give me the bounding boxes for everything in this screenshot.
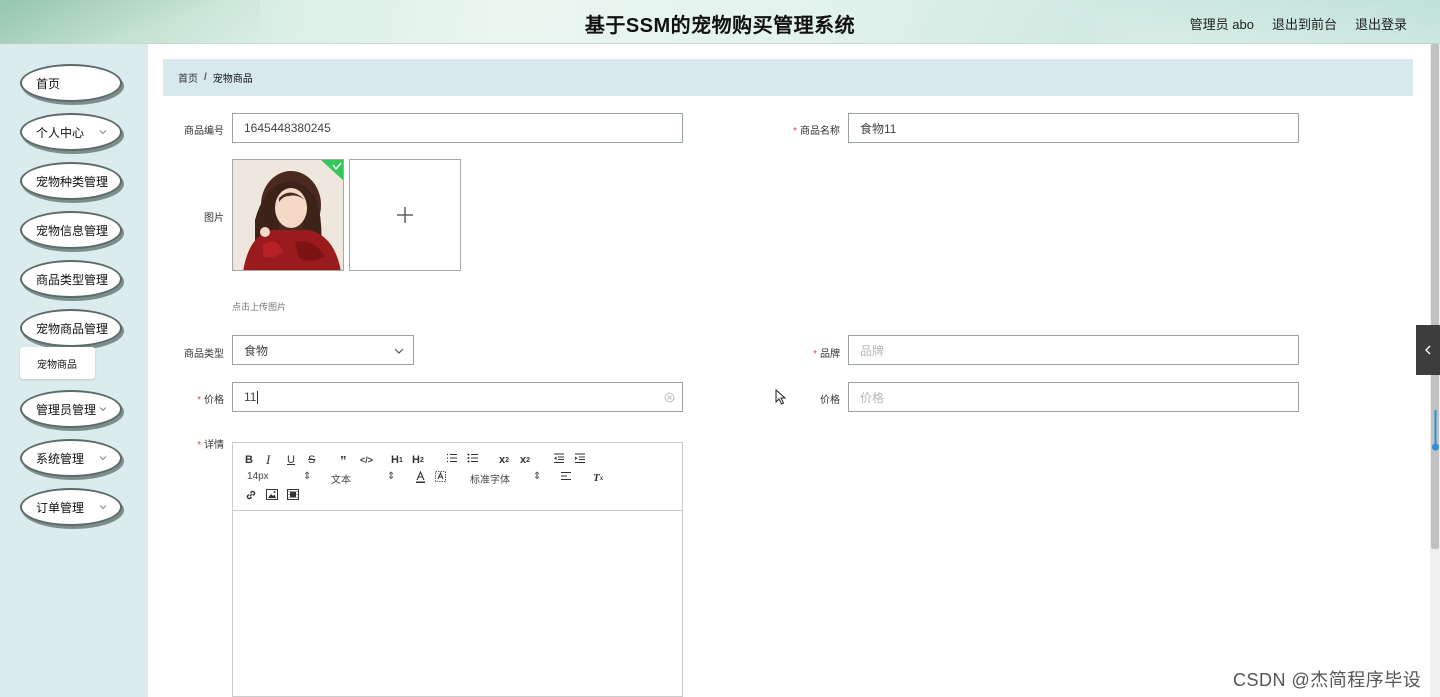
image-icon[interactable] bbox=[266, 489, 278, 503]
chevron-down-icon bbox=[99, 326, 107, 331]
align-icon[interactable] bbox=[560, 471, 572, 485]
breadcrumb-home[interactable]: 首页 bbox=[178, 70, 198, 85]
breadcrumb-separator: / bbox=[204, 72, 207, 83]
chevron-down-icon bbox=[99, 407, 107, 412]
add-image-button[interactable] bbox=[349, 159, 461, 271]
uploaded-image-thumbnail[interactable] bbox=[232, 159, 344, 271]
heading1-icon[interactable]: H1 bbox=[391, 453, 403, 467]
chevron-down-icon bbox=[99, 130, 107, 135]
superscript-icon[interactable]: x2 bbox=[520, 453, 530, 467]
chevron-left-icon bbox=[1425, 345, 1431, 355]
top-links: 管理员 abo 退出到前台 退出登录 bbox=[1190, 14, 1407, 33]
heading2-icon[interactable]: H2 bbox=[412, 453, 424, 467]
breadcrumb: 首页 / 宠物商品 bbox=[163, 59, 1413, 96]
italic-icon[interactable]: I bbox=[266, 452, 270, 467]
admin-user-link[interactable]: 管理员 abo bbox=[1190, 14, 1254, 33]
sidebar-item-personal-center[interactable]: 个人中心 bbox=[20, 113, 122, 151]
price-label: * 价格 bbox=[197, 395, 224, 406]
sidebar-item-goods-type[interactable]: 商品类型管理 bbox=[20, 260, 122, 298]
chevron-down-icon bbox=[99, 228, 107, 233]
subscript-icon[interactable]: x2 bbox=[499, 453, 509, 467]
plus-icon bbox=[397, 207, 413, 223]
sidebar-subitem-pet-goods[interactable]: 宠物商品 bbox=[20, 347, 95, 379]
sidebar-item-admin[interactable]: 管理员管理 bbox=[20, 390, 122, 428]
rich-text-editor: B I U S ” </> H1 H2 x2 x2 14px ⇕ 文本 ⇕ 标准… bbox=[232, 442, 683, 697]
chevron-down-icon bbox=[394, 348, 404, 354]
outdent-icon[interactable] bbox=[553, 453, 565, 467]
csdn-watermark: CSDN @杰简程序毕设 bbox=[1233, 670, 1422, 690]
font-size-select-arrow: ⇕ bbox=[303, 471, 312, 482]
link-icon[interactable] bbox=[245, 489, 257, 503]
image-label: 图片 bbox=[204, 213, 224, 224]
sidebar-item-pet-info[interactable]: 宠物信息管理 bbox=[20, 211, 122, 249]
sidebar-item-label: 个人中心 bbox=[36, 125, 85, 140]
video-icon[interactable] bbox=[287, 489, 299, 503]
clear-format-icon[interactable]: Tx bbox=[593, 471, 603, 485]
price2-label: 价格 bbox=[820, 395, 840, 406]
sidebar-item-label: 订单管理 bbox=[36, 500, 85, 515]
product-code-input[interactable]: 1645448380245 bbox=[232, 113, 683, 143]
strikethrough-icon[interactable]: S bbox=[308, 453, 315, 467]
brand-input[interactable]: 品牌 bbox=[848, 335, 1299, 365]
sidebar-item-label: 管理员管理 bbox=[36, 402, 97, 417]
product-name-input[interactable]: 食物11 bbox=[848, 113, 1299, 143]
sidebar-item-orders[interactable]: 订单管理 bbox=[20, 488, 122, 526]
vertical-slider-icon[interactable] bbox=[1431, 408, 1440, 452]
ordered-list-icon[interactable] bbox=[446, 453, 458, 467]
product-code-label: 商品编号 bbox=[184, 126, 224, 137]
page-scrollbar-thumb[interactable] bbox=[1431, 44, 1439, 549]
chevron-down-icon bbox=[99, 505, 107, 510]
chevron-down-icon bbox=[99, 456, 107, 461]
price2-input[interactable]: 价格 bbox=[848, 382, 1299, 412]
chevron-down-icon bbox=[99, 179, 107, 184]
heading-select[interactable]: 文本 bbox=[331, 471, 351, 486]
underline-icon[interactable]: U bbox=[287, 453, 295, 467]
product-type-label: 商品类型 bbox=[184, 349, 224, 360]
heading-select-arrow: ⇕ bbox=[387, 471, 396, 482]
code-block-icon[interactable]: </> bbox=[360, 453, 373, 467]
side-panel-toggle[interactable] bbox=[1416, 325, 1440, 375]
background-color-icon[interactable] bbox=[435, 471, 446, 485]
brand-label: * 品牌 bbox=[813, 349, 840, 360]
upload-tip: 点击上传图片 bbox=[232, 302, 287, 312]
font-color-icon[interactable] bbox=[415, 471, 426, 485]
mouse-cursor-icon bbox=[775, 389, 787, 405]
font-size-select[interactable]: 14px bbox=[247, 471, 269, 482]
sidebar-item-home[interactable]: 首页 bbox=[20, 64, 122, 102]
exit-to-front-link[interactable]: 退出到前台 bbox=[1272, 14, 1337, 33]
price-input[interactable]: 11 bbox=[232, 382, 683, 412]
details-label: * 详情 bbox=[197, 440, 224, 451]
font-family-select[interactable]: 标准字体 bbox=[470, 471, 510, 486]
indent-icon[interactable] bbox=[574, 453, 586, 467]
blockquote-icon[interactable]: ” bbox=[340, 453, 347, 468]
clear-icon[interactable] bbox=[664, 392, 675, 403]
chevron-down-icon bbox=[99, 277, 107, 282]
top-header: 基于SSM的宠物购买管理系统 管理员 abo 退出到前台 退出登录 bbox=[0, 0, 1440, 44]
sidebar-item-pet-category[interactable]: 宠物种类管理 bbox=[20, 162, 122, 200]
product-type-select[interactable]: 食物 bbox=[232, 335, 414, 365]
bullet-list-icon[interactable] bbox=[467, 453, 479, 467]
sidebar-item-label: 首页 bbox=[36, 76, 61, 91]
sidebar-item-pet-goods[interactable]: 宠物商品管理 bbox=[20, 309, 122, 347]
bold-icon[interactable]: B bbox=[245, 453, 253, 467]
sidebar-item-system[interactable]: 系统管理 bbox=[20, 439, 122, 477]
sidebar-item-label: 系统管理 bbox=[36, 451, 85, 466]
editor-toolbar: B I U S ” </> H1 H2 x2 x2 14px ⇕ 文本 ⇕ 标准… bbox=[233, 443, 682, 511]
logout-link[interactable]: 退出登录 bbox=[1355, 14, 1407, 33]
product-name-label: * 商品名称 bbox=[793, 126, 840, 137]
font-family-select-arrow: ⇕ bbox=[533, 471, 542, 482]
breadcrumb-current: 宠物商品 bbox=[212, 74, 253, 85]
